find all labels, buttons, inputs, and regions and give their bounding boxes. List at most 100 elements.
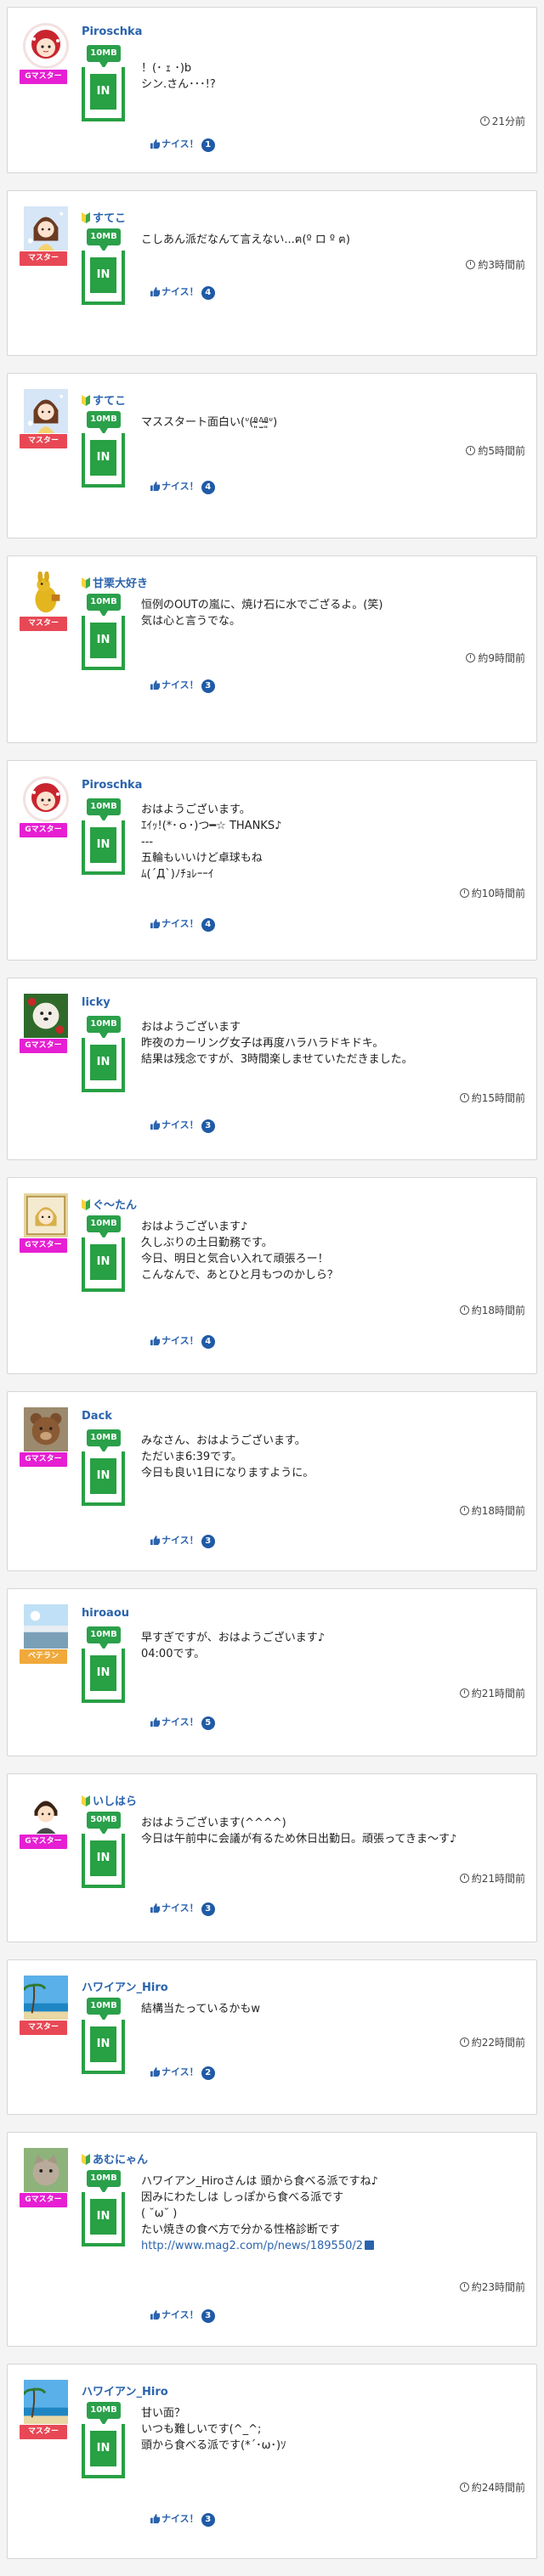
post-message: 恒例のOUTの嵐に、焼け石に水でござるよ。(笑) 気は心と言うでな。 [141,597,382,629]
nice-count: 3 [201,1119,215,1133]
user-column: Gマスター [20,994,72,1053]
beginner-mark-icon [82,578,90,589]
post-card: Gマスター Dack 10MB IN みなさん、おはようございます。 ただいま6:39で… [7,1391,537,1571]
user-column: Gマスター [20,1193,72,1253]
post-time: 約21時間前 [459,1871,525,1885]
user-name[interactable]: あむにゃん [93,2154,148,2167]
post-time: 約18時間前 [459,1303,525,1317]
nice-count: 5 [201,1716,215,1730]
user-column: Gマスター [20,1790,72,1849]
post-card: マスター 甘栗大好き 10MB IN 恒例のOUTの嵐に、焼け石に水でござるよ。(笑) … [7,555,537,743]
post-message: おはようございます(^^^^) 今日は午前中に会議が有るため休日出勤日。頑張って… [141,1815,456,1847]
user-name-link[interactable]: あむにゃん [82,2150,148,2167]
user-name-link[interactable]: ハワイアン_Hiro [82,1978,168,1994]
user-name[interactable]: Piroschka [82,25,142,38]
post-card: Gマスター ぐ〜たん 10MB IN おはようございます♪ 久しぶりの土日勤務です。 今… [7,1177,537,1374]
post-text: おはようございます(^^^^) 今日は午前中に会議が有るため休日出勤日。頑張って… [141,1817,457,1846]
thumbs-up-icon [150,2067,160,2077]
avatar[interactable] [23,776,69,822]
avatar[interactable] [24,389,68,433]
user-column: マスター [20,389,72,448]
nice-button[interactable]: ナイス！ 5 [150,1715,215,1730]
user-name-link[interactable]: ぐ〜たん [82,1196,137,1212]
nice-button[interactable]: ナイス！ 3 [150,2308,215,2323]
user-name[interactable]: Dack [82,1410,112,1423]
nice-button[interactable]: ナイス！ 3 [150,2511,215,2527]
user-name[interactable]: licky [82,996,110,1009]
post-message: 結構当たっているかもw [141,2001,260,2017]
avatar[interactable] [24,994,68,1038]
nice-label: ナイス！ [162,481,199,492]
user-column: マスター [20,206,72,266]
clock-icon [459,2038,469,2047]
user-name-link[interactable]: Piroschka [82,779,142,792]
user-name-link[interactable]: すてこ [82,392,126,408]
avatar[interactable] [24,1976,68,2020]
thumbs-up-icon [150,1717,160,1727]
user-name[interactable]: ハワイアン_Hiro [82,1981,168,1994]
user-name-link[interactable]: hiroaou [82,1607,129,1620]
nice-button[interactable]: ナイス！ 3 [150,1901,215,1916]
post-time-text: 約24時間前 [471,2482,525,2494]
avatar[interactable] [24,2148,68,2192]
data-size-badge: 50MB [87,1812,121,1835]
user-name-link[interactable]: ハワイアン_Hiro [82,2382,168,2398]
post-message: ハワイアン_Hiroさんは 頭から食べる派ですね♪ 因みにわたしは しっぽから食… [141,2173,378,2254]
thumbs-up-icon [150,482,160,491]
user-name-link[interactable]: いしはら [82,1792,137,1808]
avatar[interactable] [24,206,68,251]
user-name[interactable]: 甘栗大好き [93,578,148,590]
avatar[interactable] [24,1407,68,1451]
nice-button[interactable]: ナイス！ 4 [150,479,215,494]
data-size-badge: 10MB [87,1016,121,1040]
in-icon: IN [82,1649,125,1703]
avatar[interactable] [24,1193,68,1237]
nice-button[interactable]: ナイス！ 3 [150,1118,215,1133]
user-name-link[interactable]: すてこ [82,209,126,225]
user-column: ベテラン [20,1604,72,1664]
nice-button[interactable]: ナイス！ 1 [150,137,215,152]
nice-button[interactable]: ナイス！ 3 [150,678,215,693]
avatar[interactable] [24,572,68,616]
post-card: Gマスター あむにゃん 10MB IN ハワイアン_Hiroさんは 頭から食べる派ですね… [7,2132,537,2347]
nice-button[interactable]: ナイス！ 4 [150,1333,215,1349]
avatar[interactable] [24,1790,68,1834]
user-name[interactable]: すてこ [93,395,126,408]
beginner-mark-icon [82,1199,90,1210]
user-name[interactable]: Piroschka [82,779,142,792]
nice-button[interactable]: ナイス！ 4 [150,916,215,932]
post-link[interactable]: http://www.mag2.com/p/news/189550/2 [141,2240,363,2252]
rank-badge: Gマスター [20,1039,67,1053]
user-name-link[interactable]: 甘栗大好き [82,574,148,590]
thumbs-up-icon [150,2310,160,2320]
clock-icon [459,1305,469,1315]
post-text: 恒例のOUTの嵐に、焼け石に水でござるよ。(笑) 気は心と言うでな。 [141,599,383,628]
in-icon: IN [82,820,125,875]
user-name-link[interactable]: licky [82,996,110,1009]
post-card: マスター すてこ 10MB IN こしあん派だなんて言えない...ฅ(º ロ º ฅ) 約… [7,190,537,356]
data-size-badge: 10MB [87,45,121,69]
clock-icon [459,1874,469,1883]
rank-badge: Gマスター [20,1452,67,1467]
avatar[interactable] [23,23,69,69]
nice-button[interactable]: ナイス！ 3 [150,1533,215,1548]
nice-button[interactable]: ナイス！ 4 [150,285,215,300]
user-name-link[interactable]: Dack [82,1410,112,1423]
nice-count: 4 [201,1335,215,1349]
user-name[interactable]: ぐ〜たん [93,1199,137,1212]
data-size-badge: 10MB [87,411,121,435]
nice-button[interactable]: ナイス！ 2 [150,2065,215,2080]
user-name-link[interactable]: Piroschka [82,25,142,38]
post-time: 約15時間前 [459,1091,525,1105]
in-icon: IN [82,1237,125,1292]
post-card: マスター ハワイアン_Hiro 10MB IN 結構当たっているかもw 約22時間前 ナイス… [7,1959,537,2115]
user-name[interactable]: いしはら [93,1795,137,1808]
avatar[interactable] [24,1604,68,1649]
post-time-text: 約21時間前 [471,1873,525,1885]
user-name[interactable]: ハワイアン_Hiro [82,2386,168,2398]
post-text: おはようございます♪ 久しぶりの土日勤務です。 今日、明日と気合い入れて頑張ろー… [141,1220,338,1282]
nice-count: 3 [201,2309,215,2323]
user-name[interactable]: hiroaou [82,1607,129,1620]
user-name[interactable]: すてこ [93,212,126,225]
avatar[interactable] [24,2380,68,2424]
